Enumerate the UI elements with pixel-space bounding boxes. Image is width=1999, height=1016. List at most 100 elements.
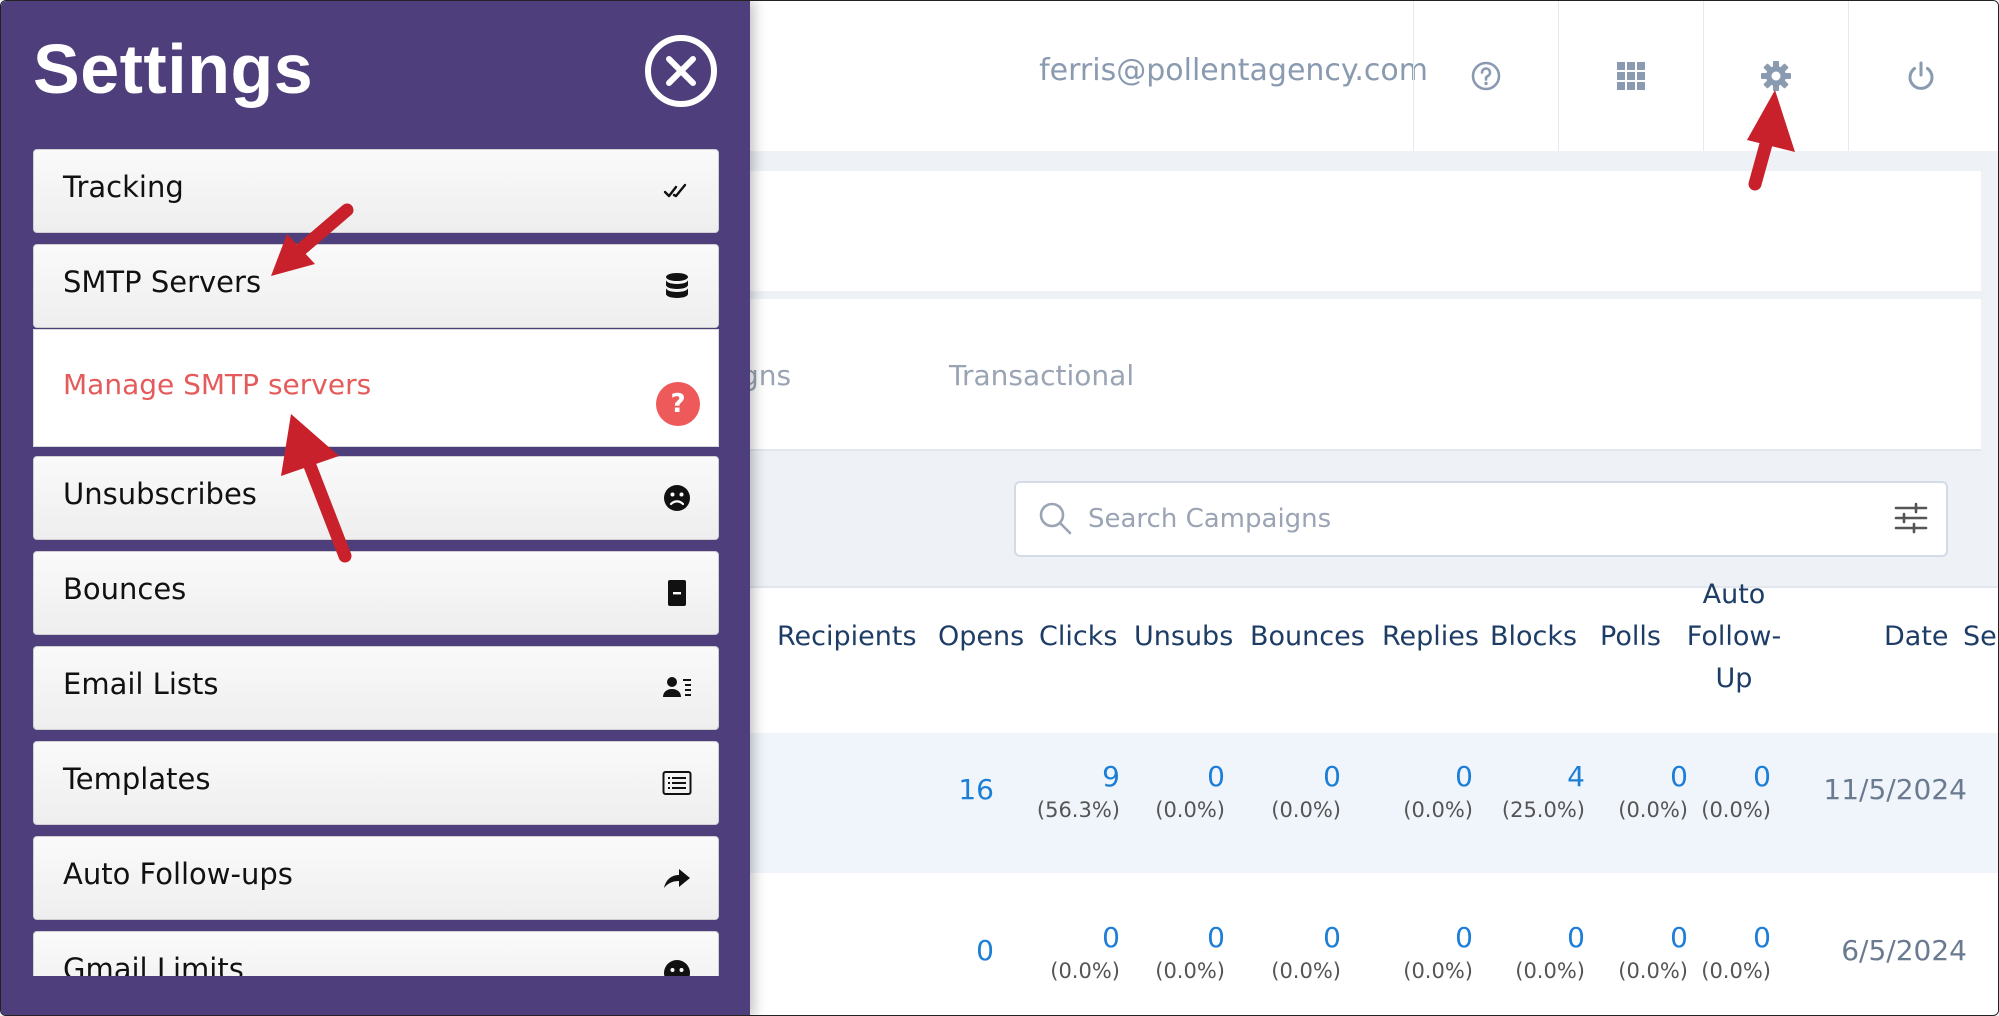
template-icon [662,771,692,795]
table-row[interactable]: 16 9 (56.3%) 0 (0.0%) 0 (0.0%) 0 (0.0%) 4 (25… [641,733,1998,873]
help-badge-icon[interactable]: ? [656,382,700,426]
settings-item-tracking[interactable]: Tracking [33,149,719,233]
polls-cell[interactable]: 0 (0.0%) [1701,920,1771,986]
settings-panel-footer [1,976,750,1015]
gear-icon [1761,61,1791,91]
share-arrow-icon [664,869,690,888]
blocks-count: 0 [1670,760,1688,793]
campaign-date: 11/5/2024 [1823,773,1967,806]
bounces-count: 0 [1455,921,1473,954]
campaign-date: 6/5/2024 [1841,934,1967,967]
search-box [1014,481,1948,557]
settings-item-label: Bounces [63,572,187,606]
search-icon [1039,502,1072,535]
settings-panel: Settings Tracking SMTP Servers Manage SM… [1,1,750,1015]
clicks-count: 0 [1207,760,1225,793]
frown-icon [664,485,690,511]
unsubs-pct: (0.0%) [1271,798,1341,822]
apps-button[interactable] [1558,1,1703,151]
col-clicks[interactable]: Clicks [1039,616,1117,658]
clicks-cell[interactable]: 0 (0.0%) [1155,920,1225,986]
settings-item-label: Tracking [63,170,184,204]
col-sent[interactable]: Se [1963,616,1997,658]
settings-button[interactable] [1703,1,1848,151]
clicks-cell[interactable]: 0 (0.0%) [1155,759,1225,825]
clicks-count: 0 [1207,921,1225,954]
tab-transactional[interactable]: Transactional [949,359,1134,392]
close-settings-button[interactable] [645,35,717,107]
unsubs-count: 0 [1323,921,1341,954]
contact-list-icon [663,677,691,697]
unsubs-cell[interactable]: 0 (0.0%) [1271,920,1341,986]
help-button[interactable] [1413,1,1558,151]
col-replies[interactable]: Replies [1382,616,1479,658]
blocks-pct: (0.0%) [1618,798,1688,822]
col-bounces[interactable]: Bounces [1250,616,1365,658]
polls-pct: (0.0%) [1701,959,1771,983]
settings-item-label: Unsubscribes [63,477,257,511]
info-panel [641,171,1981,291]
blocks-pct: (0.0%) [1618,959,1688,983]
opens-cell[interactable]: 0 (0.0%) [1050,920,1120,986]
settings-title: Settings [33,30,314,108]
blocks-cell[interactable]: 0 (0.0%) [1618,920,1688,986]
settings-item-auto-follow-ups[interactable]: Auto Follow-ups [33,836,719,920]
unsubs-pct: (0.0%) [1271,959,1341,983]
clicks-pct: (0.0%) [1155,959,1225,983]
opens-count: 9 [1102,760,1120,793]
settings-menu-scroll[interactable]: Settings Tracking SMTP Servers Manage SM… [1,1,750,976]
app-window: ferris@pollentagency.com gns Transaction… [0,0,1999,1016]
help-icon [1471,61,1501,91]
col-opens[interactable]: Opens [938,616,1024,658]
col-polls[interactable]: Polls [1600,616,1661,658]
table-row[interactable]: 0 0 (0.0%) 0 (0.0%) 0 (0.0%) 0 (0.0%) 0 (0.0%… [641,878,1998,1015]
col-auto-follow-up[interactable]: Auto Follow- Up [1677,574,1791,700]
settings-item-label: Auto Follow-ups [63,857,293,891]
clicks-pct: (0.0%) [1155,798,1225,822]
bounce-card-icon [668,580,686,606]
settings-item-label: Gmail Limits [63,952,244,976]
recipients-count[interactable]: 16 [958,773,994,806]
replies-cell[interactable]: 4 (25.0%) [1502,759,1585,825]
logout-button[interactable] [1848,1,1993,151]
campaign-tabs: gns Transactional [641,299,1981,451]
blocks-count: 0 [1670,921,1688,954]
opens-pct: (0.0%) [1050,959,1120,983]
bounces-count: 0 [1455,760,1473,793]
opens-count: 0 [1102,921,1120,954]
user-email[interactable]: ferris@pollentagency.com [1039,53,1428,88]
blocks-cell[interactable]: 0 (0.0%) [1618,759,1688,825]
col-date[interactable]: Date [1884,616,1949,658]
bounces-cell[interactable]: 0 (0.0%) [1403,759,1473,825]
polls-count: 0 [1753,760,1771,793]
polls-pct: (0.0%) [1701,798,1771,822]
database-icon [666,273,688,298]
bounces-cell[interactable]: 0 (0.0%) [1403,920,1473,986]
settings-item-email-lists[interactable]: Email Lists [33,646,719,730]
settings-item-templates[interactable]: Templates [33,741,719,825]
smtp-submenu: Manage SMTP servers ? [33,329,719,447]
settings-item-bounces[interactable]: Bounces [33,551,719,635]
col-unsubs[interactable]: Unsubs [1134,616,1233,658]
settings-item-smtp-servers[interactable]: SMTP Servers [33,244,719,328]
search-input[interactable] [1086,497,1870,541]
power-icon [1908,61,1934,90]
opens-pct: (56.3%) [1036,798,1120,822]
polls-count: 0 [1753,921,1771,954]
replies-pct: (0.0%) [1515,959,1585,983]
opens-cell[interactable]: 9 (56.3%) [1037,759,1120,825]
replies-count: 0 [1567,921,1585,954]
settings-item-label: SMTP Servers [63,265,262,299]
col-blocks[interactable]: Blocks [1490,616,1577,658]
manage-smtp-servers-link[interactable]: Manage SMTP servers [63,368,371,401]
unsubs-count: 0 [1323,760,1341,793]
recipients-count[interactable]: 0 [976,934,994,967]
settings-item-gmail-limits[interactable]: Gmail Limits [33,931,719,976]
replies-cell[interactable]: 0 (0.0%) [1515,920,1585,986]
filter-sliders-icon[interactable] [1894,501,1928,535]
unsubs-cell[interactable]: 0 (0.0%) [1271,759,1341,825]
settings-item-unsubscribes[interactable]: Unsubscribes [33,456,719,540]
col-auto-follow-up-line2: Follow- [1686,621,1782,652]
col-recipients[interactable]: Recipients [777,616,917,658]
polls-cell[interactable]: 0 (0.0%) [1701,759,1771,825]
